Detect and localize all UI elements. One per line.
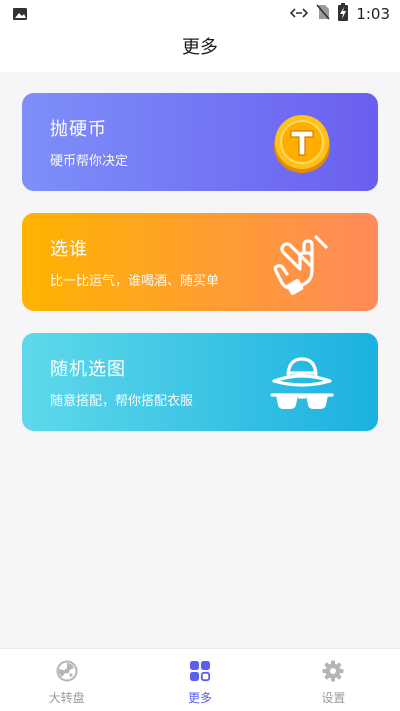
card-random-outfit[interactable]: 随机选图 随意搭配，帮你搭配衣服 bbox=[22, 333, 378, 431]
page-title: 更多 bbox=[0, 28, 400, 72]
pointing-hand-icon bbox=[270, 231, 334, 295]
tab-label: 大转盘 bbox=[48, 691, 85, 705]
network-data-icon bbox=[290, 5, 309, 24]
tab-label: 更多 bbox=[187, 691, 212, 705]
grid-icon bbox=[189, 660, 211, 686]
card-coin-flip[interactable]: 抛硬币 硬币帮你决定 bbox=[22, 93, 378, 191]
tab-label: 设置 bbox=[321, 691, 346, 705]
status-time: 1:03 bbox=[356, 5, 390, 23]
coin-icon bbox=[270, 111, 334, 175]
tab-settings[interactable]: 设置 bbox=[267, 649, 400, 711]
no-sim-icon bbox=[316, 4, 330, 24]
card-subtitle: 随意搭配，帮你搭配衣服 bbox=[50, 394, 194, 409]
image-notification-icon bbox=[12, 6, 28, 26]
card-title: 抛硬币 bbox=[50, 119, 107, 140]
card-title: 选谁 bbox=[50, 239, 88, 260]
card-subtitle: 硬币帮你决定 bbox=[50, 154, 129, 169]
card-title: 随机选图 bbox=[50, 359, 126, 380]
gear-icon bbox=[322, 660, 344, 686]
wheel-icon bbox=[56, 660, 78, 686]
bottom-tab-bar: 大转盘 更多 设置 bbox=[0, 648, 400, 711]
tab-more[interactable]: 更多 bbox=[133, 649, 266, 711]
tab-wheel[interactable]: 大转盘 bbox=[0, 649, 133, 711]
status-bar: 1:03 bbox=[0, 0, 400, 28]
feature-list: 抛硬币 硬币帮你决定 选谁 比一比运气，谁喝酒、随买单 随机选图 随意搭配，帮你… bbox=[0, 72, 400, 648]
card-subtitle: 比一比运气，谁喝酒、随买单 bbox=[50, 274, 220, 289]
card-choose-who[interactable]: 选谁 比一比运气，谁喝酒、随买单 bbox=[22, 213, 378, 311]
battery-charging-icon bbox=[338, 3, 349, 25]
hat-glasses-icon bbox=[270, 351, 334, 415]
